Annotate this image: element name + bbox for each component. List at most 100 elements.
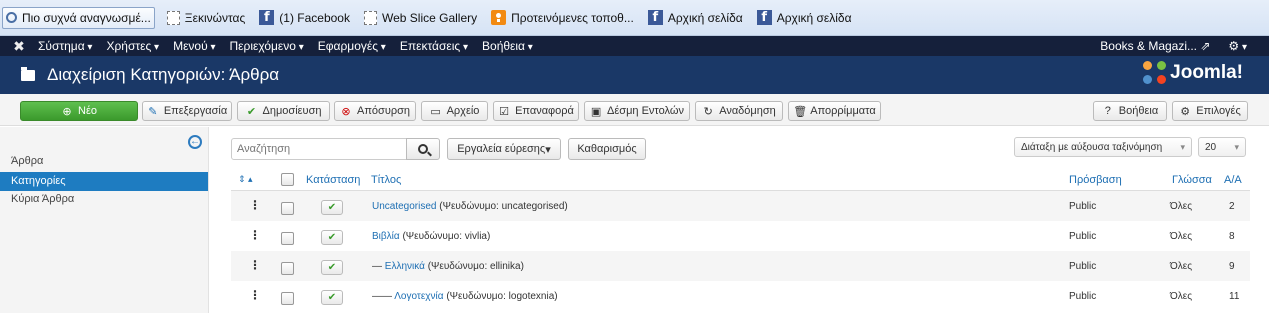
alias-text: (Ψευδώνυμο: logotexnia) [446,291,558,302]
row-checkbox[interactable] [281,292,294,305]
table-row: ⋮ ✔ —— Λογοτεχνία (Ψευδώνυμο: logotexnia… [231,281,1250,311]
rss-icon [491,10,507,25]
options-button[interactable]: ⚙ Επιλογές [1172,101,1248,121]
sidebar-item-featured[interactable]: Κύρια Άρθρα [0,190,208,209]
favorite-most-visited[interactable]: Πιο συχνά αναγνωσμέ... [2,6,155,29]
favorite-suggested-sites[interactable]: Προτεινόμενες τοποθ... [489,7,636,29]
id-cell: 8 [1229,231,1235,242]
access-cell: Public [1069,201,1097,212]
menu-menus[interactable]: Μενού [173,39,215,53]
sidebar-item-categories[interactable]: Κατηγορίες [0,172,208,191]
blank-page-icon [363,10,377,25]
archive-icon: ▭ [430,105,441,118]
menu-components[interactable]: Εφαρμογές [318,39,386,53]
publish-button[interactable]: ✔ Δημοσίευση [237,101,330,121]
access-cell: Public [1069,291,1097,302]
collapse-sidebar-icon[interactable]: ← [188,135,202,149]
column-access[interactable]: Πρόσβαση [1069,174,1122,186]
batch-label: Δέσμη Εντολών [607,105,684,117]
checkbox-icon: ☑ [499,105,509,118]
edit-icon: ✎ [148,105,158,118]
table-row: ⋮ ✔ Uncategorised (Ψευδώνυμο: uncategori… [231,191,1250,221]
alias-text: (Ψευδώνυμο: uncategorised) [439,201,568,212]
archive-label: Αρχείο [446,105,480,117]
published-toggle-icon[interactable]: ✔ [321,290,343,305]
column-id[interactable]: Α/Α [1224,174,1242,186]
table-row: ⋮ ✔ Βιβλία (Ψευδώνυμο: vivlia) Public Όλ… [231,221,1250,251]
caret-down-icon: ▾ [545,143,551,156]
menu-extensions[interactable]: Επεκτάσεις [400,39,468,53]
trash-label: Απορρίμματα [810,105,876,117]
batch-button[interactable]: ▣ Δέσμη Εντολών [584,101,690,121]
row-checkbox[interactable] [281,202,294,215]
favorite-home-1[interactable]: f Αρχική σελίδα [646,7,745,29]
menu-system[interactable]: Σύστημα [38,39,92,53]
ordering-sort-icon[interactable]: ⇕ ▴ [238,174,253,185]
favorite-label: Αρχική σελίδα [776,10,852,25]
search-icon [6,12,17,23]
sidebar-item-articles[interactable]: Άρθρα [0,152,208,171]
checkin-button[interactable]: ☑ Επαναφορά [493,101,579,121]
column-title[interactable]: Τίτλος [371,174,401,186]
edit-label: Επεξεργασία [163,105,228,117]
access-cell: Public [1069,261,1097,272]
check-all-checkbox[interactable] [281,173,294,186]
blank-page-icon [166,10,180,25]
published-toggle-icon[interactable]: ✔ [321,260,343,275]
gear-icon: ⚙ [1180,105,1191,118]
menu-help[interactable]: Βοήθεια [482,39,533,53]
edit-button[interactable]: ✎ Επεξεργασία [142,101,232,121]
category-link[interactable]: Βιβλία [372,231,400,242]
favorite-getting-started[interactable]: Ξεκινώντας [165,7,247,29]
language-cell: Όλες [1170,201,1193,212]
favorite-web-slice-gallery[interactable]: Web Slice Gallery [362,7,479,29]
joomla-logo-icon [1143,61,1167,85]
alias-text: (Ψευδώνυμο: ellinika) [427,261,524,272]
plus-circle-icon: ⊕ [62,105,72,118]
search-input[interactable] [231,138,407,160]
help-button[interactable]: ? Βοήθεια [1093,101,1167,121]
rebuild-button[interactable]: ↻ Αναδόμηση [695,101,783,121]
sort-select[interactable]: Διάταξη με αύξουσα ταξινόμηση ▾ [1014,137,1192,157]
search-tools-button[interactable]: Εργαλεία εύρεσης ▾ [447,138,561,160]
favorite-facebook[interactable]: f (1) Facebook [257,7,352,29]
column-status[interactable]: Κατάσταση [306,174,360,186]
joomla-logo-icon[interactable]: ✖ [0,38,38,55]
favorite-home-2[interactable]: f Αρχική σελίδα [755,7,854,29]
drag-handle-icon[interactable]: ⋮ [249,229,261,241]
external-link-icon: ⇗ [1200,39,1211,53]
published-toggle-icon[interactable]: ✔ [321,200,343,215]
help-label: Βοήθεια [1118,105,1159,117]
drag-handle-icon[interactable]: ⋮ [249,199,261,211]
main-menu: Σύστημα Χρήστες Μενού Περιεχόμενο Εφαρμο… [38,39,533,53]
trash-button[interactable]: 🗑 Απορρίμματα [788,101,881,121]
gear-icon[interactable]: ⚙ [1228,39,1247,53]
check-icon: ✔ [246,105,257,118]
menu-content[interactable]: Περιεχόμενο [229,39,303,53]
row-checkbox[interactable] [281,262,294,275]
menu-users[interactable]: Χρήστες [106,39,159,53]
row-checkbox[interactable] [281,232,294,245]
drag-handle-icon[interactable]: ⋮ [249,259,261,271]
limit-select[interactable]: 20 ▾ [1198,137,1246,157]
search-icon [418,144,428,154]
column-language[interactable]: Γλώσσα [1172,174,1212,186]
unpublish-label: Απόσυρση [356,105,410,117]
language-cell: Όλες [1170,291,1193,302]
category-link[interactable]: Λογοτεχνία [394,291,443,302]
search-button[interactable] [406,138,440,160]
checkin-label: Επαναφορά [515,105,574,117]
navbar-right: Books & Magazi... ⇗ ⚙ [1100,39,1247,53]
category-link[interactable]: Ελληνικά [385,261,425,272]
favorite-label: Ξεκινώντας [184,10,246,25]
published-toggle-icon[interactable]: ✔ [321,230,343,245]
drag-handle-icon[interactable]: ⋮ [249,289,261,301]
limit-value: 20 [1205,141,1217,153]
category-link[interactable]: Uncategorised [372,201,436,212]
sort-value: Διάταξη με αύξουσα ταξινόμηση [1021,141,1163,153]
new-button[interactable]: ⊕ Νέο [20,101,138,121]
site-link[interactable]: Books & Magazi... ⇗ [1100,39,1210,53]
unpublish-button[interactable]: ⊗ Απόσυρση [334,101,416,121]
clear-button[interactable]: Καθαρισμός [568,138,646,160]
archive-button[interactable]: ▭ Αρχείο [421,101,488,121]
